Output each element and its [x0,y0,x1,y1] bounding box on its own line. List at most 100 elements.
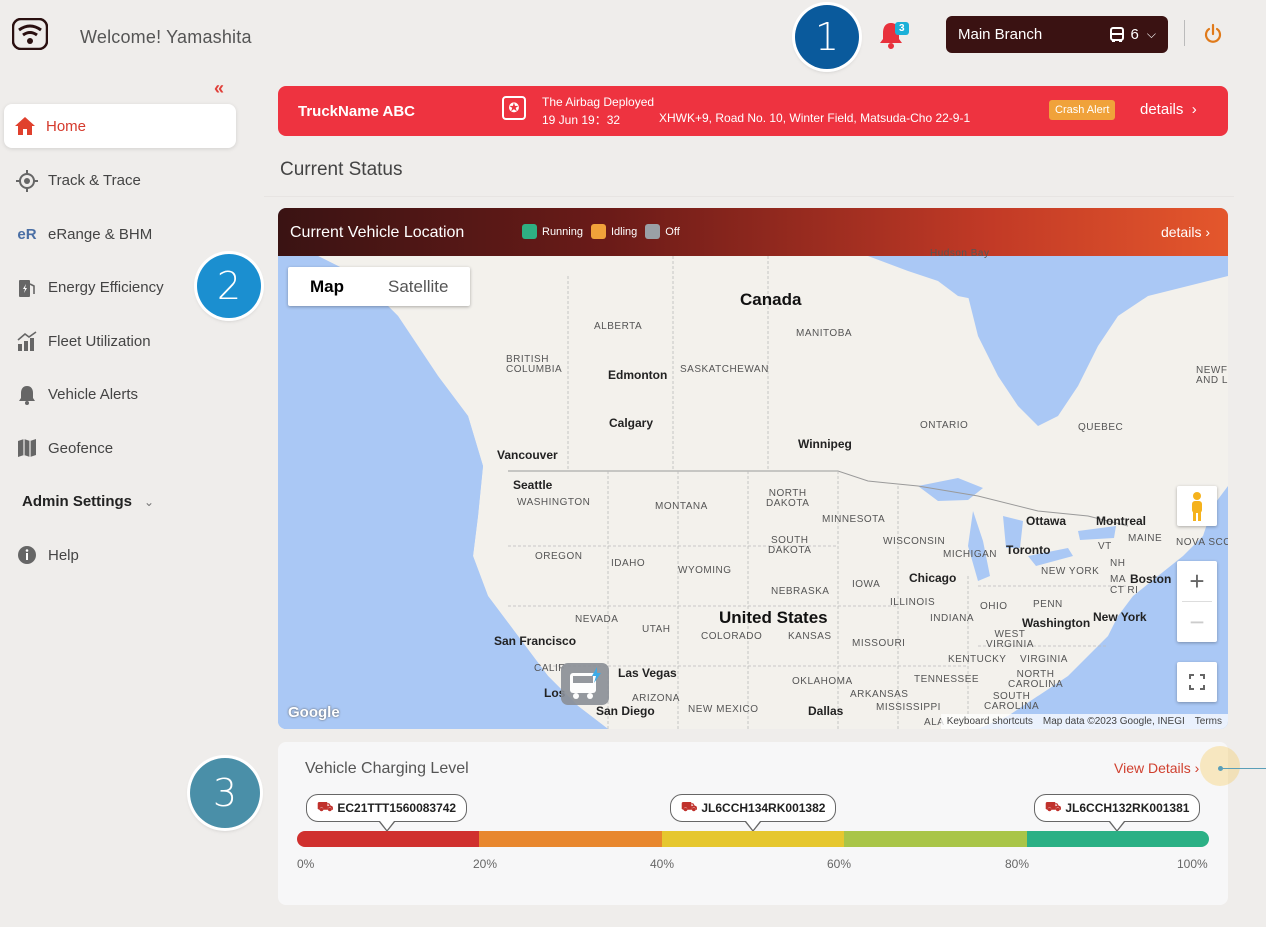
alert-details-link[interactable]: details › [1140,101,1197,118]
tick-label: 20% [473,857,498,871]
street-view-pegman-icon[interactable] [1177,486,1217,526]
map-label: Seattle [513,478,553,492]
power-icon[interactable] [1203,22,1223,46]
map-details-link[interactable]: details › [1161,224,1210,240]
legend-idling: Idling [590,224,638,239]
fullscreen-icon [1189,674,1205,690]
map-label: NOVA SCO [1176,537,1228,548]
charge-band-60-80 [844,831,1027,847]
map-label: MAINE [1128,533,1163,544]
legend-running: Running [522,224,583,239]
map-label: Edmonton [608,368,668,382]
chevron-down-icon: ⌄ [144,494,155,509]
map-label: KENTUCKY [948,654,1007,665]
map-label: OREGON [535,551,583,562]
map-label: TENNESSEE [914,674,980,685]
map-card-title: Current Vehicle Location [290,224,465,241]
step-marker-2: 2 [197,254,261,318]
sidebar-item-label: Track & Trace [48,172,141,190]
sidebar-nav: Home Track & Trace eR eRange & BHM Energ… [0,104,240,582]
sidebar-item-label: Admin Settings [22,493,133,511]
truck-icon: ⛟ [681,799,698,814]
sidebar-item-label: Fleet Utilization [48,332,151,350]
map-label: Hudson Bay [930,248,990,259]
map-label: Ottawa [1026,514,1067,528]
map-label: United States [719,608,828,627]
vehicle-charge-tag[interactable]: ⛟ JL6CCH134RK001382 [670,794,837,832]
chevron-down-icon: ⌵ [1146,27,1156,41]
step-marker-3: 3 [190,758,260,828]
fullscreen-button[interactable] [1177,662,1217,702]
map-label: QUEBEC [1078,422,1124,433]
sidebar-item-geofence[interactable]: Geofence [0,422,240,476]
map-tab[interactable]: Map [288,267,366,306]
map-label: New York [1093,610,1147,624]
tick-label: 40% [650,857,675,871]
map-label: IDAHO [611,558,646,569]
status-legend: Running Idling Off [522,224,680,239]
crash-alert-banner: TruckName ABC ✪ The Airbag Deployed 19 J… [278,86,1228,136]
map-label: NORTH CAROLINA [1008,669,1064,690]
map-label: WYOMING [678,565,732,576]
chart-icon [17,331,37,352]
map-label: ARKANSAS [850,689,909,700]
vehicle-charge-tag[interactable]: ⛟ JL6CCH132RK001381 [1034,794,1201,832]
charging-card-title: Vehicle Charging Level [305,760,469,777]
map-label: SASKATCHEWAN [680,364,769,375]
legend-label: Running [542,225,583,238]
sidebar-item-vehicle-alerts[interactable]: Vehicle Alerts [0,368,240,422]
legend-label: Idling [610,225,638,238]
map-label: Las Vegas [618,666,677,680]
header: Welcome! Yamashita 1 3 Main Branch 6 ⌵ [0,0,1266,70]
map-label: MISSOURI [852,638,906,649]
sidebar-item-erange[interactable]: eR eRange & BHM [0,208,240,262]
vehicle-count: 6 [1130,26,1139,43]
map-data-text: Map data ©2023 Google, INEGI [1042,716,1185,727]
info-icon [18,546,36,565]
sidebar-item-track-trace[interactable]: Track & Trace [0,154,240,208]
sidebar-item-admin-settings[interactable]: Admin Settings ⌄ [0,475,240,529]
sidebar-item-fleet-utilization[interactable]: Fleet Utilization [0,315,240,369]
vehicle-location-card: Current Vehicle Location Running Idling … [278,208,1228,729]
zoom-out-button[interactable]: − [1177,602,1217,642]
legend-swatch [645,224,661,239]
sidebar-item-label: Energy Efficiency [48,279,164,297]
fuel-icon [19,279,35,297]
vehicle-id: EC21TTT1560083742 [337,801,457,815]
alert-truck-name: TruckName ABC [298,103,415,120]
view-details-link[interactable]: View Details › [1114,760,1199,776]
map-view[interactable]: Hudson Bay Canada ALBERTA MANITOBA BRITI… [278,248,1228,729]
map-label: San Francisco [494,634,577,648]
branch-selector[interactable]: Main Branch 6 ⌵ [946,16,1168,53]
sidebar-item-home[interactable]: Home [4,104,236,148]
vehicle-charge-tag[interactable]: ⛟ EC21TTT1560083742 [306,794,468,832]
sidebar-item-label: Help [48,546,79,564]
header-divider [1184,20,1185,46]
alert-time: 19 Jun 19：32 [542,113,621,127]
alert-details-label: details [1140,101,1184,118]
zoom-in-button[interactable]: + [1177,561,1217,601]
view-details-label: View Details [1114,760,1191,776]
charge-band-0-20 [297,831,480,847]
keyboard-shortcuts-link[interactable]: Keyboard shortcuts [947,716,1033,727]
satellite-tab[interactable]: Satellite [366,267,470,306]
terms-link[interactable]: Terms [1195,716,1222,727]
map-label: NEW MEXICO [688,704,759,715]
home-icon [15,117,35,135]
map-label: IOWA [852,579,881,590]
divider [264,196,1234,197]
pegman-figure [1192,492,1202,521]
map-label: NEW YORK [1041,566,1100,577]
erange-icon: eR [17,225,37,243]
map-label: MONTANA [655,501,708,512]
map-label: ARIZONA [632,693,680,704]
legend-off: Off [645,224,680,239]
sidebar-item-help[interactable]: Help [0,529,240,583]
tick-label: 80% [1005,857,1030,871]
map-label: WASHINGTON [517,497,591,508]
map-type-toggle: Map Satellite [288,267,471,306]
vehicle-marker[interactable] [561,663,609,705]
truck-icon: ⛟ [1045,799,1062,814]
collapse-sidebar-icon[interactable]: « [214,78,224,99]
alert-address: XHWK+9, Road No. 10, Winter Field, Matsu… [659,111,971,125]
